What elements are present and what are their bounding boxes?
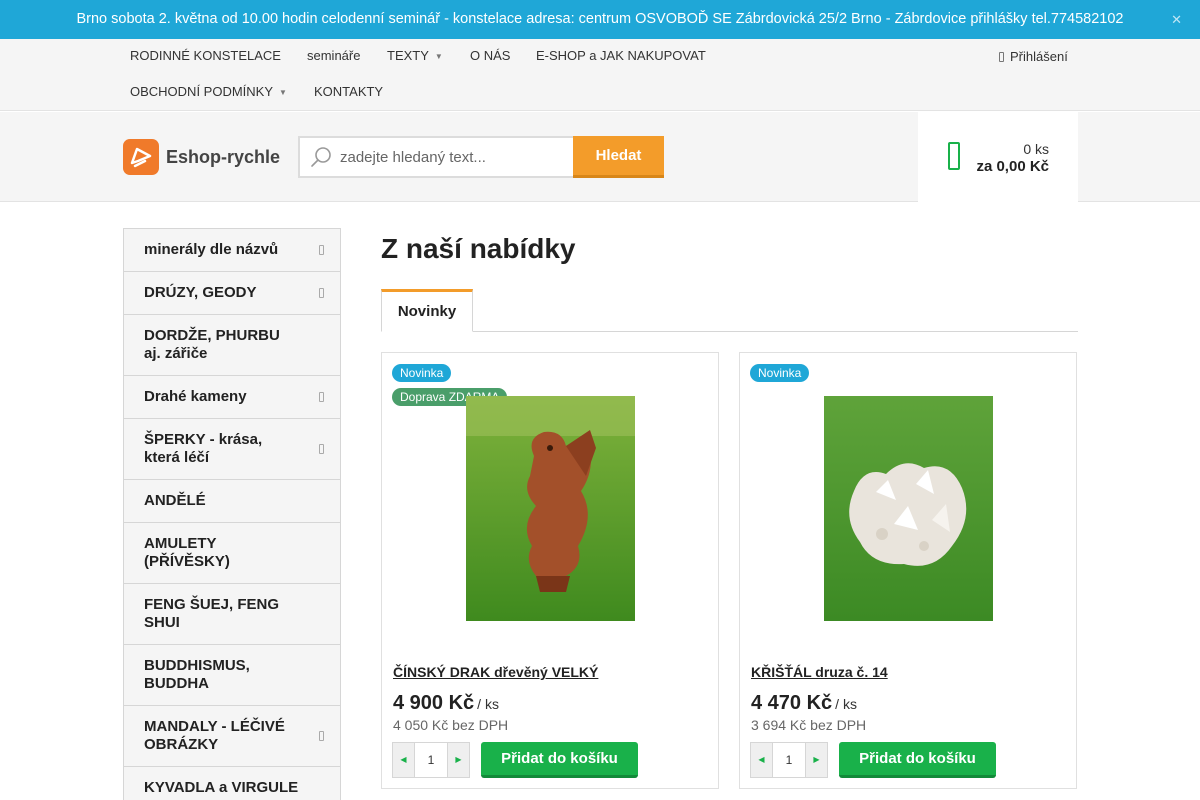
- sidebar-item-label: ŠPERKY - krása, která léčí: [144, 431, 263, 466]
- logo-mark-icon: [123, 139, 159, 175]
- product-card: Novinka Doprava ZDARMA ČÍNSKÝ DRAK dřevě…: [381, 352, 719, 789]
- user-icon: [999, 52, 1004, 62]
- quantity-decrease-icon[interactable]: ◀: [751, 743, 773, 777]
- product-price: 4 900 Kč / ks: [393, 692, 499, 715]
- search-box: [298, 136, 574, 178]
- sidebar-item-drahe-kameny[interactable]: Drahé kameny: [124, 376, 340, 419]
- search-input[interactable]: [340, 138, 570, 176]
- sidebar-item-feng-shui[interactable]: FENG ŠUEJ, FENG SHUI: [124, 584, 340, 645]
- chevron-right-icon: [319, 392, 324, 402]
- login-label: Přihlášení: [1010, 49, 1068, 64]
- quantity-stepper: ◀ 1 ▶: [392, 742, 470, 778]
- product-price: 4 470 Kč / ks: [751, 692, 857, 715]
- price-without-vat: 4 050 Kč bez DPH: [393, 717, 509, 733]
- chevron-right-icon: [319, 245, 324, 255]
- chevron-right-icon: [319, 731, 324, 741]
- nav-item-label: TEXTY: [387, 48, 429, 63]
- nav-item-eshop[interactable]: E-SHOP a JAK NAKUPOVAT: [536, 46, 706, 66]
- chevron-down-icon: ▼: [279, 87, 287, 97]
- sidebar-item-label: MANDALY - LÉČIVÉ OBRÁZKY: [144, 718, 285, 753]
- badge-new: Novinka: [392, 364, 452, 382]
- sidebar-item-dordze[interactable]: DORDŽE, PHURBU aj. zářiče: [124, 315, 340, 376]
- nav-item-texty[interactable]: TEXTY ▼: [387, 46, 443, 66]
- login-link[interactable]: Přihlášení: [999, 47, 1068, 67]
- category-sidebar: minerály dle názvů DRÚZY, GEODY DORDŽE, …: [123, 228, 341, 800]
- tabs-divider: [381, 331, 1078, 332]
- nav-item-label: semináře: [307, 48, 361, 63]
- price-value: 4 470 Kč: [751, 692, 833, 714]
- sidebar-item-label: Drahé kameny: [144, 388, 247, 405]
- nav-item-label: E-SHOP a JAK NAKUPOVAT: [536, 48, 706, 63]
- sidebar-item-label: AMULETY (PŘÍVĚSKY): [144, 535, 230, 570]
- sidebar-item-label: DRÚZY, GEODY: [144, 284, 257, 301]
- quantity-stepper: ◀ 1 ▶: [750, 742, 828, 778]
- chevron-right-icon: [319, 444, 324, 454]
- nav-item-obchodni-podminky[interactable]: OBCHODNÍ PODMÍNKY ▼: [130, 82, 287, 102]
- close-icon[interactable]: ✕: [1171, 0, 1182, 39]
- nav-item-o-nas[interactable]: O NÁS: [470, 46, 510, 66]
- logo-text: Eshop-rychle: [166, 147, 281, 167]
- price-unit: / ks: [835, 696, 857, 712]
- add-to-cart-button[interactable]: Přidat do košíku: [481, 742, 638, 778]
- sidebar-item-druzy[interactable]: DRÚZY, GEODY: [124, 272, 340, 315]
- page-title: Z naší nabídky: [381, 233, 576, 264]
- sidebar-item-label: KYVADLA a VIRGULE: [144, 779, 299, 796]
- nav-item-label: RODINNÉ KONSTELACE: [130, 48, 281, 63]
- nav-item-label: OBCHODNÍ PODMÍNKY: [130, 84, 274, 99]
- nav-item-rodinne-konstelace[interactable]: RODINNÉ KONSTELACE: [130, 46, 281, 66]
- sidebar-item-sperky[interactable]: ŠPERKY - krása, která léčí: [124, 419, 340, 480]
- product-name-link[interactable]: KŘIŠŤÁL druza č. 14: [751, 664, 888, 680]
- nav-item-label: O NÁS: [470, 48, 511, 63]
- product-card: Novinka KŘIŠŤÁL druza č. 14 4 470 Kč / ks…: [739, 352, 1077, 789]
- product-image[interactable]: [466, 396, 635, 621]
- nav-item-seminare[interactable]: semináře: [307, 46, 360, 66]
- announcement-text: Brno sobota 2. května od 10.00 hodin cel…: [76, 11, 1124, 27]
- chevron-right-icon: [319, 288, 324, 298]
- sidebar-item-buddhismus[interactable]: BUDDHISMUS, BUDDHA: [124, 645, 340, 706]
- sidebar-item-kyvadla[interactable]: KYVADLA a VIRGULE: [124, 767, 340, 800]
- sidebar-item-mineraly[interactable]: minerály dle názvů: [124, 229, 340, 272]
- cart-icon: [948, 142, 960, 170]
- site-header: Eshop-rychle Hledat 0 ks za 0,00 Kč: [0, 112, 1200, 202]
- cart-widget[interactable]: 0 ks za 0,00 Kč: [918, 112, 1078, 202]
- cart-total: za 0,00 Kč: [976, 158, 1049, 175]
- sidebar-item-amulety[interactable]: AMULETY (PŘÍVĚSKY): [124, 523, 340, 584]
- announcement-bar: Brno sobota 2. května od 10.00 hodin cel…: [0, 0, 1200, 39]
- quantity-input[interactable]: 1: [415, 743, 447, 777]
- product-image[interactable]: [824, 396, 993, 621]
- main-navigation: RODINNÉ KONSTELACE semináře TEXTY ▼ O NÁS…: [0, 39, 1200, 111]
- sidebar-item-label: minerály dle názvů: [144, 241, 279, 258]
- cart-count: 0 ks: [1023, 141, 1049, 157]
- search-button[interactable]: Hledat: [573, 136, 664, 178]
- search-icon: [311, 147, 331, 167]
- quantity-decrease-icon[interactable]: ◀: [393, 743, 415, 777]
- sidebar-item-label: ANDĚLÉ: [144, 492, 206, 509]
- chevron-down-icon: ▼: [434, 51, 443, 61]
- tab-novinky[interactable]: Novinky: [381, 289, 473, 332]
- tab-label: Novinky: [397, 303, 457, 320]
- sidebar-item-label: DORDŽE, PHURBU aj. zářiče: [144, 327, 280, 362]
- badge-new: Novinka: [750, 364, 810, 382]
- product-name-link[interactable]: ČÍNSKÝ DRAK dřevěný VELKÝ: [393, 664, 598, 680]
- sidebar-item-andele[interactable]: ANDĚLÉ: [124, 480, 340, 523]
- nav-item-kontakty[interactable]: KONTAKTY: [314, 82, 383, 102]
- price-without-vat: 3 694 Kč bez DPH: [751, 717, 867, 733]
- quantity-input[interactable]: 1: [773, 743, 805, 777]
- sidebar-item-label: BUDDHISMUS, BUDDHA: [144, 657, 250, 692]
- quantity-increase-icon[interactable]: ▶: [805, 743, 827, 777]
- add-to-cart-button[interactable]: Přidat do košíku: [839, 742, 996, 778]
- sidebar-item-mandaly[interactable]: MANDALY - LÉČIVÉ OBRÁZKY: [124, 706, 340, 767]
- price-value: 4 900 Kč: [393, 692, 475, 714]
- nav-item-label: KONTAKTY: [314, 84, 384, 99]
- sidebar-item-label: FENG ŠUEJ, FENG SHUI: [144, 596, 280, 631]
- price-unit: / ks: [477, 696, 499, 712]
- quantity-increase-icon[interactable]: ▶: [447, 743, 469, 777]
